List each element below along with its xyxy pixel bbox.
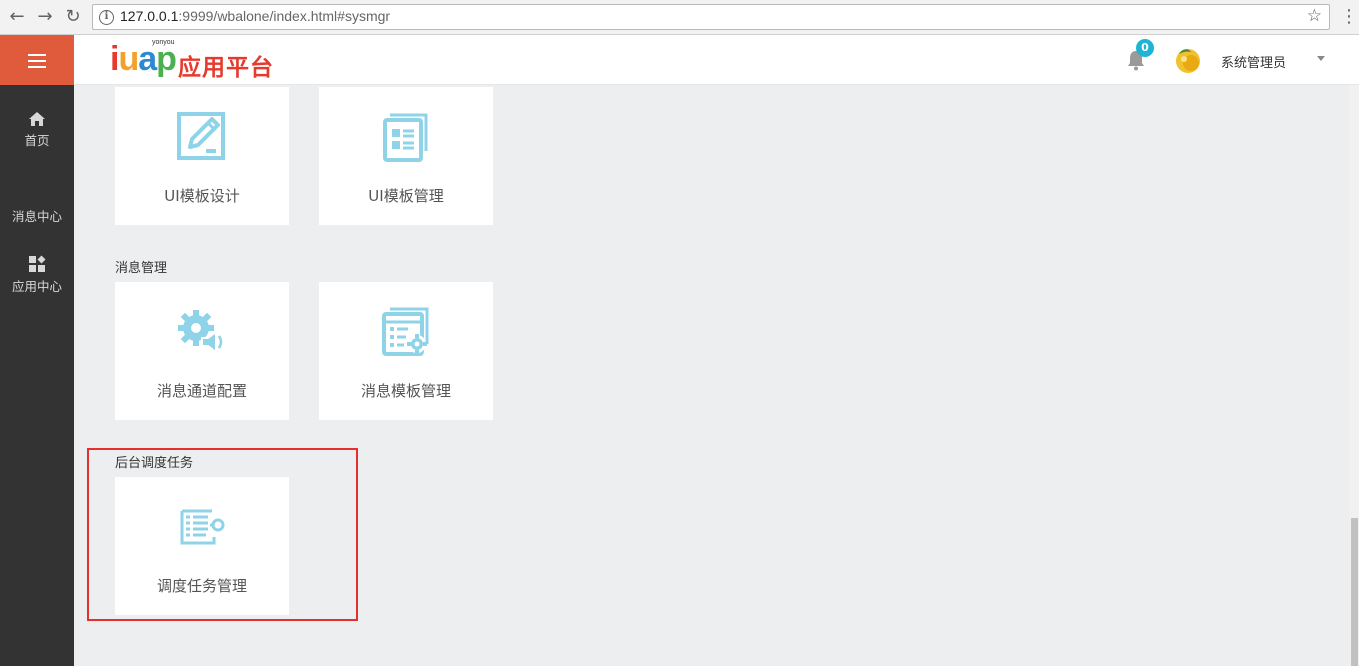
url-path: :9999/wbalone/index.html#sysmgr — [178, 8, 391, 24]
logo-letter: p — [156, 40, 177, 78]
address-url[interactable]: 127.0.0.1:9999/wbalone/index.html#sysmgr — [120, 8, 390, 24]
sidebar-item-label: 消息中心 — [11, 209, 62, 224]
message-template-icon — [382, 307, 429, 356]
bookmark-star-icon[interactable]: ☆ — [1307, 6, 1322, 26]
card-ui-template-design[interactable]: UI模板设计 — [115, 87, 289, 225]
app-sidebar: 首页 消息中心 应用中心 — [0, 35, 74, 666]
highlight-box — [87, 448, 358, 621]
template-design-icon — [177, 112, 225, 160]
hamburger-menu-button[interactable] — [0, 35, 74, 85]
chevron-down-icon[interactable] — [1317, 56, 1325, 61]
logo-platform-name: 应用平台 — [178, 55, 274, 81]
address-bar[interactable]: i 127.0.0.1:9999/wbalone/index.html#sysm… — [92, 4, 1330, 30]
card-message-channel-config[interactable]: 消息通道配置 — [115, 282, 289, 420]
browser-menu-icon[interactable]: ⋮ — [1340, 7, 1358, 27]
channel-config-icon — [178, 310, 223, 354]
template-manage-icon — [383, 113, 428, 162]
url-host: 127.0.0.1 — [120, 8, 179, 24]
sidebar-item-home[interactable]: 首页 — [0, 111, 74, 149]
logo-letter: a — [138, 40, 157, 78]
apps-icon — [29, 255, 46, 272]
logo-letter: u — [118, 40, 139, 78]
card-label: 消息模板管理 — [360, 382, 451, 400]
card-label: UI模板设计 — [164, 187, 240, 205]
back-icon[interactable]: ← — [7, 7, 27, 27]
sidebar-item-label: 应用中心 — [11, 279, 62, 294]
logo-iuap: iuap — [110, 39, 177, 79]
reload-icon[interactable]: ↻ — [63, 7, 83, 27]
user-name[interactable]: 系统管理员 — [1221, 52, 1286, 71]
sidebar-item-messages[interactable]: 消息中心 — [0, 206, 74, 225]
card-ui-template-manage[interactable]: UI模板管理 — [319, 87, 493, 225]
scrollbar-thumb[interactable] — [1351, 518, 1358, 666]
browser-toolbar: ← → ↻ i 127.0.0.1:9999/wbalone/index.htm… — [0, 0, 1359, 35]
sidebar-item-apps[interactable]: 应用中心 — [0, 255, 74, 295]
section-title-message-management: 消息管理 — [115, 261, 168, 276]
info-icon[interactable]: i — [99, 10, 114, 25]
sidebar-item-label: 首页 — [24, 133, 50, 148]
card-label: 消息通道配置 — [156, 382, 247, 400]
card-message-template-manage[interactable]: 消息模板管理 — [319, 282, 493, 420]
avatar[interactable] — [1173, 46, 1203, 74]
home-icon — [29, 112, 45, 126]
notification-badge[interactable]: 0 — [1136, 39, 1154, 57]
card-label: UI模板管理 — [368, 187, 444, 205]
app-header: yonyou iuap 应用平台 0 系统管理员 — [74, 35, 1359, 85]
forward-icon[interactable]: → — [35, 7, 55, 27]
